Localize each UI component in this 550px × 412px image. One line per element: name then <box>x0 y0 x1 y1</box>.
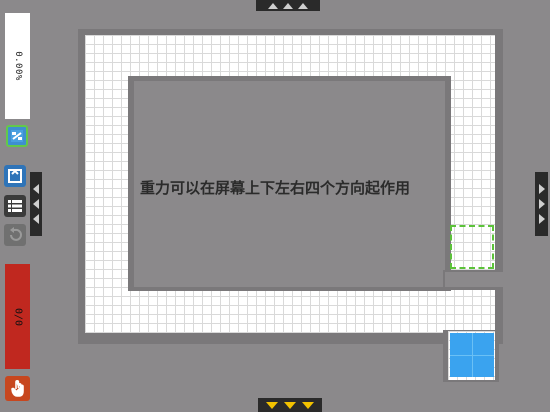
progress-text: 0.00% <box>12 51 23 81</box>
gravity-down-control[interactable] <box>258 398 322 412</box>
menu-icon <box>8 200 22 212</box>
up-arrow-icon <box>268 2 278 9</box>
up-arrow-icon <box>298 2 308 9</box>
menu-button[interactable] <box>4 195 26 217</box>
player-block[interactable] <box>450 333 494 377</box>
hint-button[interactable] <box>6 125 28 147</box>
hint-icon <box>11 130 23 142</box>
progress-panel: 0.00% <box>5 13 30 119</box>
gravity-up-control[interactable] <box>256 0 320 11</box>
undo-button[interactable] <box>4 224 26 246</box>
left-arrow-icon <box>33 199 39 209</box>
notch-block <box>445 272 503 287</box>
down-arrow-icon <box>302 401 314 409</box>
left-arrow-icon <box>33 214 39 224</box>
right-arrow-icon <box>538 214 545 224</box>
moves-counter: 0/0 <box>12 307 23 326</box>
goal-target <box>450 225 494 269</box>
down-arrow-icon <box>284 401 296 409</box>
moves-panel: 0/0 <box>5 264 30 369</box>
player-grid-line <box>450 355 494 356</box>
hand-button[interactable] <box>5 376 30 401</box>
right-arrow-icon <box>538 199 545 209</box>
up-arrow-icon <box>283 2 293 9</box>
down-arrow-icon <box>266 401 278 409</box>
undo-icon <box>10 227 22 241</box>
instruction-caption: 重力可以在屏幕上下左右四个方向起作用 <box>139 179 410 197</box>
lower-wall <box>85 344 443 398</box>
hand-icon <box>10 379 24 397</box>
